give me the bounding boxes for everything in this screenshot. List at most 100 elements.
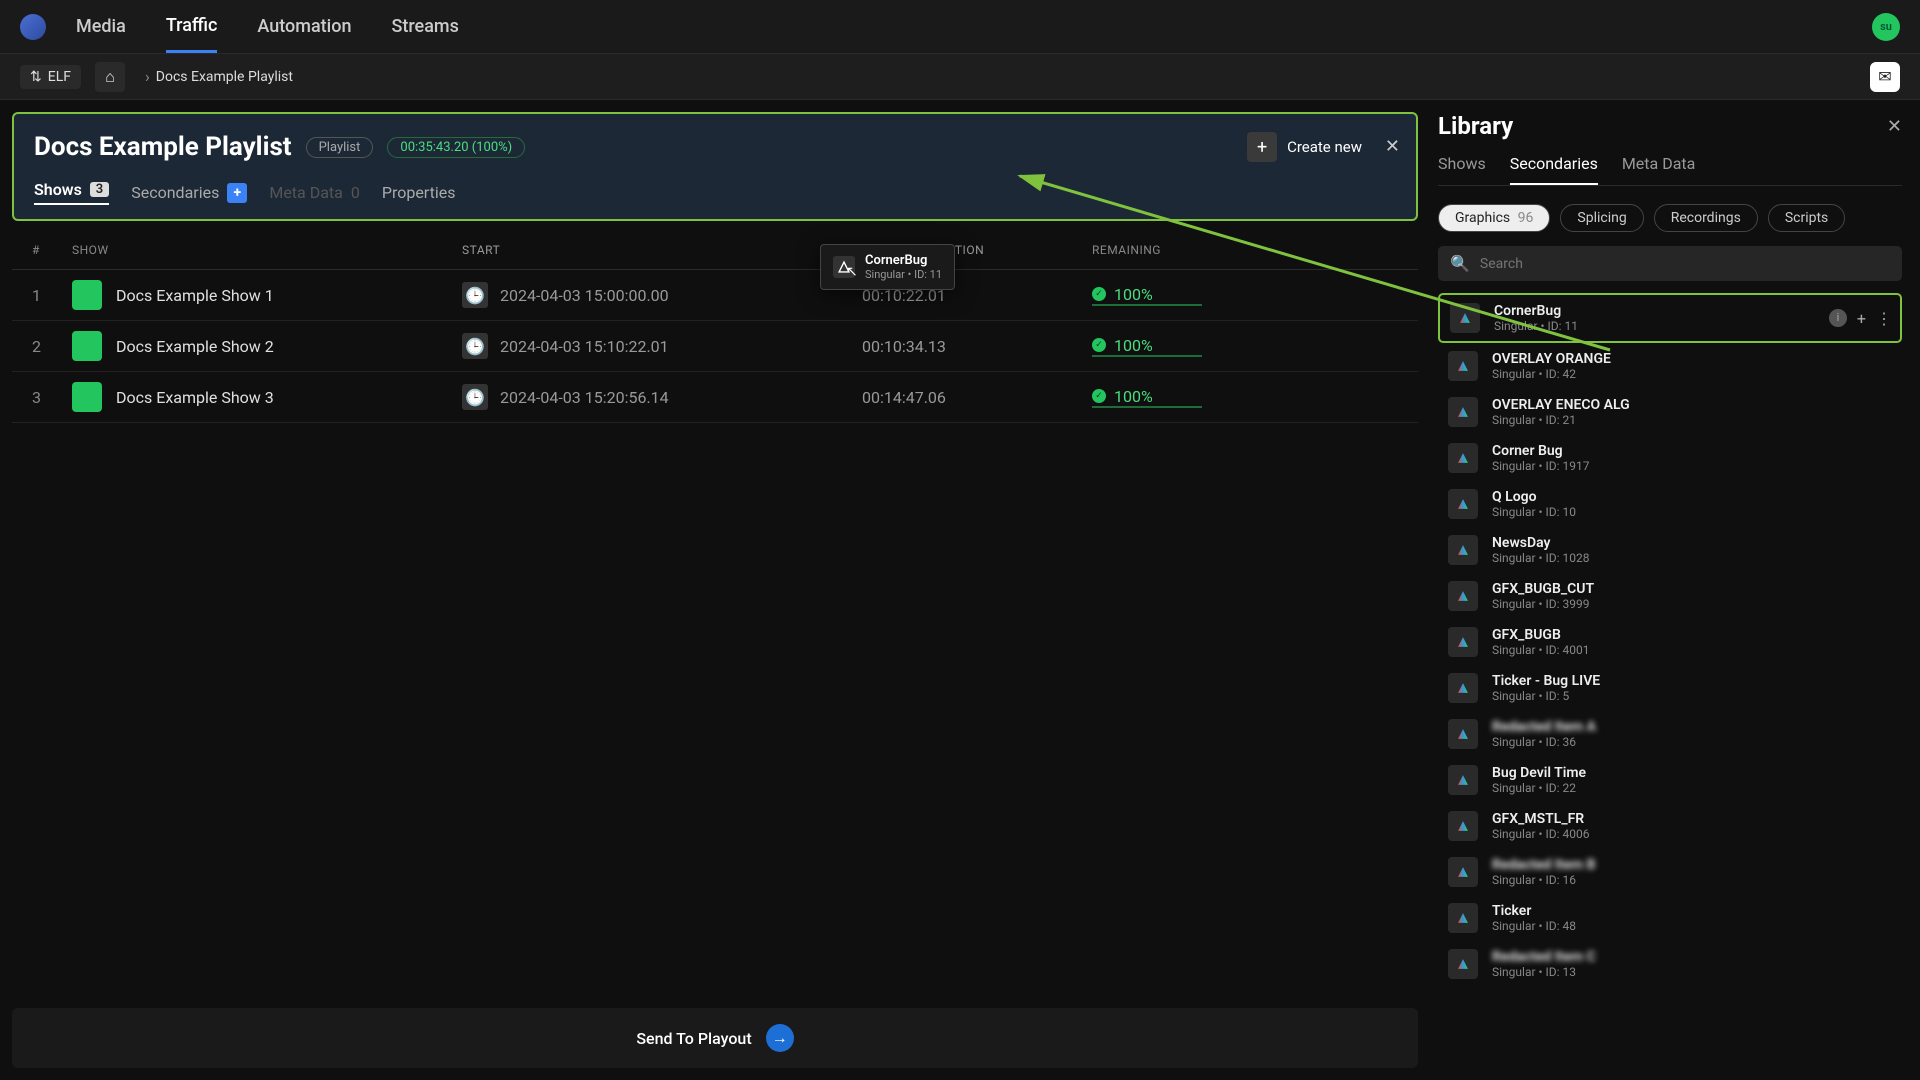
th-show: SHOW — [72, 243, 462, 257]
chevron-right-icon: › — [145, 67, 150, 86]
show-thumb-icon — [72, 382, 102, 412]
library-item-name: NewsDay — [1492, 535, 1590, 551]
singular-icon — [1448, 765, 1478, 795]
remaining-pct: 100% — [1114, 336, 1153, 355]
library-item[interactable]: GFX_MSTL_FR Singular • ID: 4006 — [1438, 803, 1902, 849]
library-item-name: OVERLAY ENECO ALG — [1492, 397, 1630, 413]
filter-graphics[interactable]: Graphics 96 — [1438, 204, 1550, 232]
row-num: 3 — [32, 388, 72, 407]
library-item-sub: Singular • ID: 4001 — [1492, 643, 1590, 657]
singular-icon — [833, 256, 855, 278]
show-thumb-icon — [72, 280, 102, 310]
playlist-duration-badge: 00:35:43.20 (100%) — [387, 137, 525, 158]
library-item-name: CornerBug — [1494, 303, 1578, 319]
send-to-playout-button[interactable]: Send To Playout → — [12, 1008, 1418, 1068]
library-item[interactable]: NewsDay Singular • ID: 1028 — [1438, 527, 1902, 573]
sort-icon: ⇅ — [30, 69, 42, 85]
nav-traffic[interactable]: Traffic — [166, 1, 218, 53]
singular-icon — [1448, 719, 1478, 749]
library-item[interactable]: Ticker Singular • ID: 48 — [1438, 895, 1902, 941]
library-item-name: Ticker — [1492, 903, 1576, 919]
library-item[interactable]: Redacted Item B Singular • ID: 16 — [1438, 849, 1902, 895]
playlist-panel: Docs Example Playlist Playlist 00:35:43.… — [0, 100, 1430, 1080]
tab-metadata[interactable]: Meta Data 0 — [269, 183, 360, 202]
progress-bar — [1092, 355, 1202, 357]
library-close-button[interactable]: ✕ — [1887, 116, 1902, 137]
table-row[interactable]: 2 Docs Example Show 2 🕒 2024-04-03 15:10… — [12, 321, 1418, 372]
filter-graphics-count: 96 — [1518, 210, 1534, 226]
nav-media[interactable]: Media — [76, 2, 126, 51]
library-item-sub: Singular • ID: 48 — [1492, 919, 1576, 933]
library-item-sub: Singular • ID: 36 — [1492, 735, 1596, 749]
library-item[interactable]: GFX_BUGB_CUT Singular • ID: 3999 — [1438, 573, 1902, 619]
playlist-header: Docs Example Playlist Playlist 00:35:43.… — [12, 112, 1418, 221]
library-item-name: Q Logo — [1492, 489, 1576, 505]
close-icon: ✕ — [1385, 136, 1400, 157]
library-item-name: Bug Devil Time — [1492, 765, 1586, 781]
clock-icon: 🕒 — [462, 384, 488, 410]
lib-tab-secondaries[interactable]: Secondaries — [1510, 154, 1598, 185]
shows-count-badge: 3 — [90, 182, 109, 197]
library-item[interactable]: GFX_BUGB Singular • ID: 4001 — [1438, 619, 1902, 665]
library-item-sub: Singular • ID: 5 — [1492, 689, 1600, 703]
home-icon: ⌂ — [105, 67, 115, 87]
singular-icon — [1448, 857, 1478, 887]
library-item[interactable]: CornerBug Singular • ID: 11 i + ⋮ — [1438, 293, 1902, 343]
library-item[interactable]: Corner Bug Singular • ID: 1917 — [1438, 435, 1902, 481]
filter-splicing[interactable]: Splicing — [1560, 204, 1643, 232]
filter-recordings[interactable]: Recordings — [1654, 204, 1758, 232]
table-row[interactable]: 1 Docs Example Show 1 🕒 2024-04-03 15:00… — [12, 270, 1418, 321]
filter-scripts[interactable]: Scripts — [1768, 204, 1845, 232]
tab-shows[interactable]: Shows 3 — [34, 180, 109, 205]
singular-icon — [1448, 673, 1478, 703]
drag-ghost: CornerBug Singular • ID: 11 — [820, 244, 955, 290]
search-input[interactable] — [1480, 256, 1890, 272]
breadcrumb-current: Docs Example Playlist — [156, 69, 293, 85]
library-item[interactable]: Ticker - Bug LIVE Singular • ID: 5 — [1438, 665, 1902, 711]
check-icon: ✓ — [1092, 389, 1106, 403]
lib-tab-metadata[interactable]: Meta Data — [1622, 154, 1696, 185]
create-new-button[interactable]: + Create new — [1247, 132, 1362, 162]
table-row[interactable]: 3 Docs Example Show 3 🕒 2024-04-03 15:20… — [12, 372, 1418, 423]
inbox-button[interactable]: ✉ — [1870, 62, 1900, 92]
more-icon[interactable]: ⋮ — [1876, 309, 1892, 328]
tab-secondaries[interactable]: Secondaries + — [131, 183, 247, 203]
th-start: START — [462, 243, 862, 257]
user-avatar[interactable]: su — [1872, 13, 1900, 41]
search-box[interactable]: 🔍 — [1438, 246, 1902, 281]
planned-duration: 00:14:47.06 — [862, 388, 1092, 407]
table-header-row: # SHOW START PLANNED DURATION REMAINING — [12, 231, 1418, 270]
playlist-type-badge: Playlist — [306, 137, 374, 158]
check-icon: ✓ — [1092, 338, 1106, 352]
app-logo-icon[interactable] — [20, 14, 46, 40]
library-item[interactable]: Q Logo Singular • ID: 10 — [1438, 481, 1902, 527]
library-item[interactable]: Redacted Item C Singular • ID: 13 — [1438, 941, 1902, 987]
library-item[interactable]: OVERLAY ORANGE Singular • ID: 42 — [1438, 343, 1902, 389]
library-item-sub: Singular • ID: 10 — [1492, 505, 1576, 519]
library-item-name: Redacted Item A — [1492, 719, 1596, 735]
home-button[interactable]: ⌂ — [95, 62, 125, 92]
library-item[interactable]: Redacted Item A Singular • ID: 36 — [1438, 711, 1902, 757]
singular-icon — [1448, 949, 1478, 979]
library-item-sub: Singular • ID: 22 — [1492, 781, 1586, 795]
nav-streams[interactable]: Streams — [391, 2, 458, 51]
row-num: 1 — [32, 286, 72, 305]
info-icon[interactable]: i — [1829, 309, 1847, 327]
nav-automation[interactable]: Automation — [257, 2, 351, 51]
library-item[interactable]: OVERLAY ENECO ALG Singular • ID: 21 — [1438, 389, 1902, 435]
lib-tab-shows[interactable]: Shows — [1438, 154, 1486, 185]
library-item-sub: Singular • ID: 1028 — [1492, 551, 1590, 565]
channel-selector[interactable]: ⇅ ELF — [20, 65, 81, 89]
remaining-pct: 100% — [1114, 285, 1153, 304]
plus-icon: + — [1247, 132, 1277, 162]
breadcrumb-bar: ⇅ ELF ⌂ › Docs Example Playlist ✉ — [0, 54, 1920, 100]
top-nav: Media Traffic Automation Streams su — [0, 0, 1920, 54]
library-item[interactable]: Bug Devil Time Singular • ID: 22 — [1438, 757, 1902, 803]
add-secondary-icon[interactable]: + — [227, 183, 247, 203]
close-playlist-button[interactable]: ✕ — [1385, 136, 1400, 157]
inbox-icon: ✉ — [1878, 67, 1891, 86]
tab-properties[interactable]: Properties — [382, 183, 456, 202]
singular-icon — [1448, 811, 1478, 841]
add-icon[interactable]: + — [1857, 309, 1866, 328]
start-time: 2024-04-03 15:00:00.00 — [500, 286, 669, 305]
